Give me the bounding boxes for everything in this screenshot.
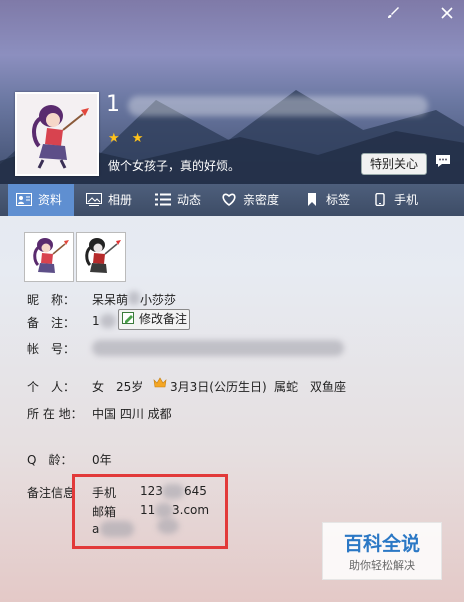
account-redacted <box>92 340 344 356</box>
gender: 女 <box>92 380 105 394</box>
profile-header: 1 ★ ★ 做个女孩子，真的好烦。 特别关心 <box>0 0 464 184</box>
tab-album[interactable]: 相册 <box>86 184 132 216</box>
phone-icon <box>375 193 385 206</box>
nickname-label: 昵 称： <box>27 293 76 307</box>
crown-icon <box>153 376 167 392</box>
person-label: 个 人： <box>27 380 76 394</box>
tab-bar: 资料 相册 动态 亲密度 标签 手机 <box>0 184 464 216</box>
special-care-button[interactable]: 特别关心 <box>361 153 427 175</box>
album-icon <box>86 193 102 206</box>
tab-tags[interactable]: 标签 <box>304 184 350 216</box>
photo-thumb-dark[interactable] <box>76 232 126 282</box>
tab-label: 动态 <box>177 193 202 207</box>
tab-feed[interactable]: 动态 <box>155 184 201 216</box>
watermark-subtitle: 助你轻松解决 <box>349 559 415 572</box>
edit-icon <box>122 312 134 324</box>
nickname-redacted <box>128 96 428 116</box>
remark-label: 备 注： <box>27 316 76 330</box>
level-stars: ★ ★ <box>108 131 148 146</box>
heart-icon <box>222 193 236 206</box>
close-icon[interactable] <box>438 6 456 24</box>
qage: 0年 <box>92 453 112 467</box>
edit-remark-button[interactable]: 修改备注 <box>118 309 190 330</box>
nickname-value-start: 呆呆萌 <box>92 293 129 307</box>
chat-bubble-icon[interactable] <box>432 153 454 173</box>
qage-label: Q 龄： <box>27 453 73 467</box>
account-label: 帐 号： <box>27 342 76 356</box>
remark-value: 1 <box>92 314 100 328</box>
watermark: 百科全说 助你轻松解决 <box>322 522 442 580</box>
tab-label: 标签 <box>326 193 351 207</box>
remark-redacted <box>100 314 116 328</box>
tab-intimacy[interactable]: 亲密度 <box>221 184 279 216</box>
bookmark-icon <box>308 193 316 206</box>
nickname: 1 <box>106 92 120 117</box>
profile-window: 1 ★ ★ 做个女孩子，真的好烦。 特别关心 资料 相册 动态 亲密度 标签 手… <box>0 0 464 602</box>
feed-icon <box>155 193 171 206</box>
zodiac-animal: 属蛇 <box>274 380 299 394</box>
location: 中国 四川 成都 <box>92 407 172 421</box>
location-label: 所 在 地： <box>27 407 83 421</box>
signature: 做个女孩子，真的好烦。 <box>108 159 241 173</box>
age: 25岁 <box>116 380 144 394</box>
avatar[interactable] <box>15 92 99 176</box>
remark-info-label: 备注信息 <box>27 486 76 500</box>
tab-phone[interactable]: 手机 <box>372 184 418 216</box>
tab-label: 相册 <box>108 193 133 207</box>
watermark-title: 百科全说 <box>343 533 420 555</box>
edit-remark-label: 修改备注 <box>139 312 188 326</box>
brush-icon[interactable] <box>384 6 402 24</box>
tab-label: 资料 <box>38 193 63 207</box>
birthday: 3月3日(公历生日) <box>170 380 267 394</box>
nickname-value-end: 小莎莎 <box>140 293 177 307</box>
star-sign: 双鱼座 <box>310 380 347 394</box>
tab-label: 亲密度 <box>243 193 280 207</box>
nickname-redacted-part <box>128 291 140 305</box>
tab-label: 手机 <box>394 193 419 207</box>
tab-profile[interactable]: 资料 <box>8 184 74 216</box>
profile-card-icon <box>16 193 32 206</box>
photo-thumb-color[interactable] <box>24 232 74 282</box>
highlight-box <box>72 474 228 549</box>
